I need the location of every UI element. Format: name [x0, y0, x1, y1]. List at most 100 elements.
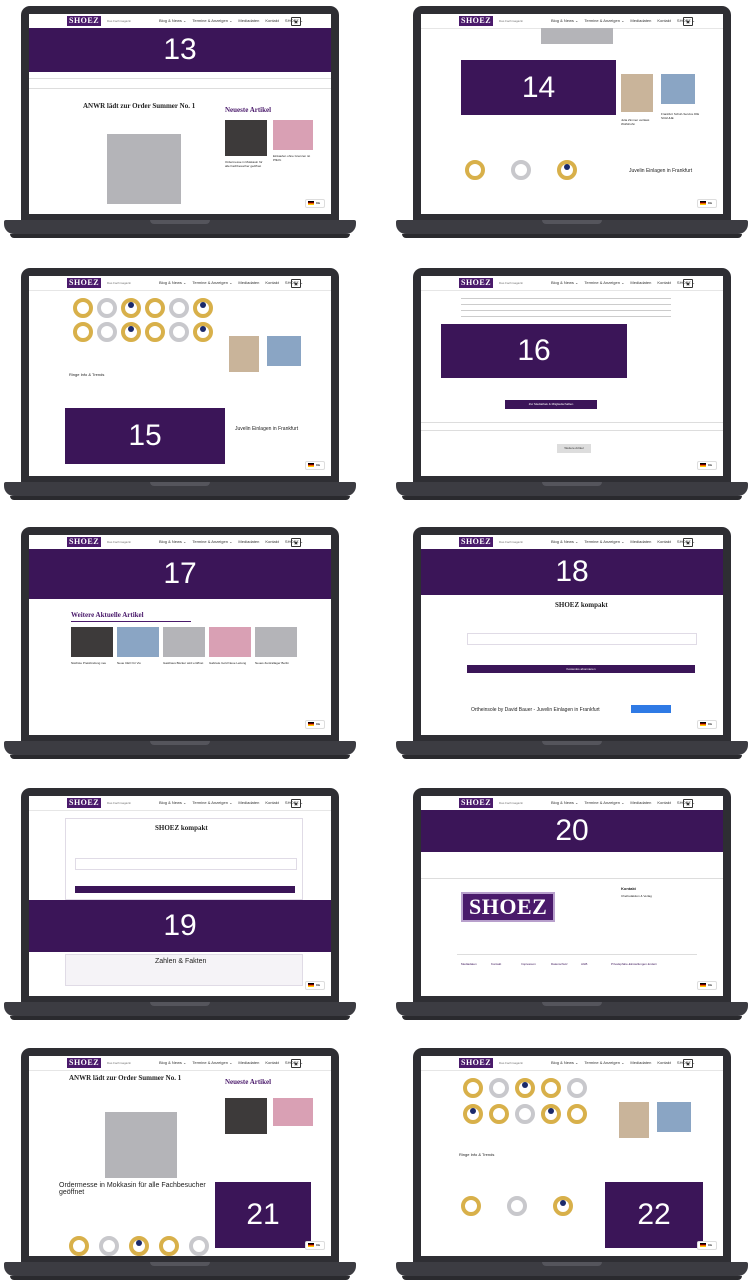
footer-link[interactable]: Kontakt: [491, 962, 501, 966]
ring-image[interactable]: [507, 1196, 527, 1216]
footer-link[interactable]: AGB: [581, 962, 587, 966]
nav-item[interactable]: Termine & Anzeigen ⌄: [584, 1060, 624, 1065]
nav-item[interactable]: Termine & Anzeigen ⌄: [584, 280, 624, 285]
ring-image[interactable]: [145, 322, 165, 342]
nav-item[interactable]: Kontakt: [265, 280, 279, 285]
language-switcher[interactable]: DE: [697, 1241, 717, 1250]
subscribe-button[interactable]: Zur Mediathek & Mitgliedschaften: [505, 400, 597, 409]
article-thumb[interactable]: [209, 627, 251, 657]
site-logo[interactable]: SHOEZ: [459, 537, 494, 547]
nav-item[interactable]: Termine & Anzeigen ⌄: [584, 800, 624, 805]
article-thumb[interactable]: [117, 627, 159, 657]
article-image[interactable]: [105, 1112, 177, 1178]
site-logo[interactable]: SHOEZ: [459, 278, 494, 288]
ring-image[interactable]: [69, 1236, 89, 1256]
ring-image[interactable]: [193, 298, 213, 318]
ring-image[interactable]: [159, 1236, 179, 1256]
cart-icon[interactable]: ▣: [291, 279, 301, 288]
language-switcher[interactable]: DE: [305, 461, 325, 470]
ring-image[interactable]: [557, 160, 577, 180]
email-field[interactable]: [467, 633, 697, 645]
cookie-accept-button[interactable]: [631, 705, 671, 713]
article-thumb[interactable]: [273, 120, 313, 150]
person-photo[interactable]: [619, 1102, 649, 1138]
cart-icon[interactable]: ▣: [291, 538, 301, 547]
nav-item[interactable]: Mediadaten: [630, 800, 651, 805]
language-switcher[interactable]: DE: [697, 199, 717, 208]
ring-image[interactable]: [145, 298, 165, 318]
language-switcher[interactable]: DE: [305, 720, 325, 729]
article-image[interactable]: [107, 134, 181, 204]
site-logo[interactable]: SHOEZ: [459, 16, 494, 26]
nav-item[interactable]: Mediadaten: [238, 539, 259, 544]
ring-image[interactable]: [169, 298, 189, 318]
subscribe-button[interactable]: [75, 886, 295, 893]
cart-icon[interactable]: ▣: [291, 17, 301, 26]
language-switcher[interactable]: DE: [305, 981, 325, 990]
nav-item[interactable]: Kontakt: [657, 18, 671, 23]
person-photo[interactable]: [229, 336, 259, 372]
ring-image[interactable]: [73, 298, 93, 318]
person-photo[interactable]: [661, 74, 695, 104]
ring-image[interactable]: [489, 1078, 509, 1098]
article-thumb[interactable]: [71, 627, 113, 657]
cart-icon[interactable]: ▣: [683, 538, 693, 547]
nav-item[interactable]: Kontakt: [657, 800, 671, 805]
ring-image[interactable]: [511, 160, 531, 180]
nav-item[interactable]: Mediadaten: [630, 539, 651, 544]
nav-item[interactable]: Blog & News ⌄: [159, 280, 186, 285]
ring-image[interactable]: [121, 298, 141, 318]
ring-image[interactable]: [463, 1104, 483, 1124]
ring-image[interactable]: [567, 1078, 587, 1098]
ring-image[interactable]: [463, 1078, 483, 1098]
ring-image[interactable]: [189, 1236, 209, 1256]
ring-image[interactable]: [461, 1196, 481, 1216]
ring-image[interactable]: [541, 1078, 561, 1098]
nav-item[interactable]: Kontakt: [265, 18, 279, 23]
nav-item[interactable]: Termine & Anzeigen ⌄: [584, 18, 624, 23]
person-photo[interactable]: [267, 336, 301, 366]
nav-item[interactable]: Blog & News ⌄: [159, 1060, 186, 1065]
ring-image[interactable]: [567, 1104, 587, 1124]
nav-item[interactable]: Kontakt: [265, 1060, 279, 1065]
nav-item[interactable]: Blog & News ⌄: [159, 539, 186, 544]
ring-image[interactable]: [553, 1196, 573, 1216]
language-switcher[interactable]: DE: [305, 1241, 325, 1250]
ring-image[interactable]: [129, 1236, 149, 1256]
nav-item[interactable]: Mediadaten: [630, 1060, 651, 1065]
cart-icon[interactable]: ▣: [683, 279, 693, 288]
language-switcher[interactable]: DE: [305, 199, 325, 208]
article-thumb[interactable]: [225, 1098, 267, 1134]
nav-item[interactable]: Kontakt: [657, 1060, 671, 1065]
email-field[interactable]: [75, 858, 297, 870]
nav-item[interactable]: Termine & Anzeigen ⌄: [192, 18, 232, 23]
cart-icon[interactable]: ▣: [291, 799, 301, 808]
nav-item[interactable]: Blog & News ⌄: [551, 1060, 578, 1065]
nav-item[interactable]: Blog & News ⌄: [551, 18, 578, 23]
ring-image[interactable]: [73, 322, 93, 342]
footer-link[interactable]: Datenschutz: [551, 962, 568, 966]
ring-image[interactable]: [515, 1104, 535, 1124]
footer-link[interactable]: Mediadaten: [461, 962, 477, 966]
footer-link[interactable]: Impressum: [521, 962, 536, 966]
site-logo[interactable]: SHOEZ: [67, 16, 102, 26]
hero-image[interactable]: [541, 28, 613, 44]
nav-item[interactable]: Termine & Anzeigen ⌄: [192, 1060, 232, 1065]
ring-image[interactable]: [193, 322, 213, 342]
nav-item[interactable]: Kontakt: [657, 280, 671, 285]
nav-item[interactable]: Kontakt: [657, 539, 671, 544]
nav-item[interactable]: Blog & News ⌄: [159, 18, 186, 23]
ring-image[interactable]: [465, 160, 485, 180]
nav-item[interactable]: Termine & Anzeigen ⌄: [192, 539, 232, 544]
ring-image[interactable]: [97, 322, 117, 342]
site-logo[interactable]: SHOEZ: [67, 278, 102, 288]
ring-image[interactable]: [99, 1236, 119, 1256]
nav-item[interactable]: Kontakt: [265, 539, 279, 544]
nav-item[interactable]: Blog & News ⌄: [159, 800, 186, 805]
cart-icon[interactable]: ▣: [291, 1059, 301, 1068]
ring-image[interactable]: [97, 298, 117, 318]
nav-item[interactable]: Mediadaten: [238, 280, 259, 285]
article-thumb[interactable]: [255, 627, 297, 657]
ring-image[interactable]: [169, 322, 189, 342]
ring-image[interactable]: [121, 322, 141, 342]
